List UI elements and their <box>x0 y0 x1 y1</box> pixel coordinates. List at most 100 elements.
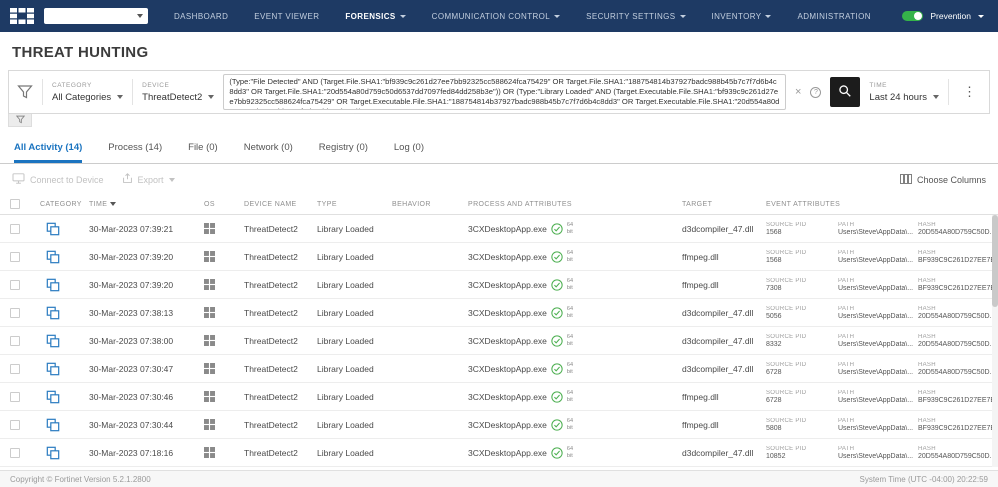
export-button[interactable]: Export <box>122 173 175 186</box>
search-button[interactable] <box>830 77 860 107</box>
query-input[interactable]: (Type:"File Detected" AND (Target.File.S… <box>223 74 786 110</box>
nav-menu-item[interactable]: SECURITY SETTINGS <box>586 12 685 21</box>
windows-os-icon <box>204 391 215 402</box>
time-filter-value: Last 24 hours <box>869 92 927 103</box>
nav-menu-item[interactable]: ADMINISTRATION <box>797 12 870 21</box>
col-header-device[interactable]: DEVICE NAME <box>240 201 313 208</box>
filter-funnel-small-icon <box>16 111 25 129</box>
attr-source-pid: SOURCE PID 6728 <box>766 362 834 376</box>
col-header-type[interactable]: TYPE <box>313 201 388 208</box>
col-header-behavior[interactable]: BEHAVIOR <box>388 201 464 208</box>
tab[interactable]: Log (0) <box>394 142 424 163</box>
nav-menu-item[interactable]: FORENSICS <box>345 12 405 21</box>
nav-menu-item-label: INVENTORY <box>712 12 762 21</box>
col-header-time[interactable]: TIME <box>85 201 200 208</box>
mode-toggle[interactable] <box>902 11 923 21</box>
time-filter-label: TIME <box>869 82 939 89</box>
page-title: THREAT HUNTING <box>0 32 998 70</box>
attr-path: PATH Users\Steve\AppData\... <box>838 306 914 320</box>
tab[interactable]: Registry (0) <box>319 142 368 163</box>
bitness-badge: 64 bit <box>567 418 573 431</box>
table-row[interactable]: 30-Mar-2023 07:38:00 ThreatDetect2 Libra… <box>0 327 998 355</box>
mode-selector: Prevention <box>902 11 984 21</box>
row-checkbox[interactable] <box>10 448 20 458</box>
row-device-name: ThreatDetect2 <box>240 224 313 234</box>
category-filter-dropdown[interactable]: CATEGORY All Categories <box>52 82 123 103</box>
col-header-category[interactable]: CATEGORY <box>30 201 85 208</box>
tab-label: All Activity (14) <box>14 142 82 153</box>
attr-source-pid-label: SOURCE PID <box>766 222 834 228</box>
nav-menu-item-label: ADMINISTRATION <box>797 12 870 21</box>
row-device-name: ThreatDetect2 <box>240 448 313 458</box>
tab-bar: All Activity (14) Process (14) File (0) … <box>0 129 998 164</box>
tab[interactable]: All Activity (14) <box>14 142 82 163</box>
row-time: 30-Mar-2023 07:39:20 <box>85 252 200 262</box>
clear-query-icon[interactable]: × <box>795 87 801 98</box>
tab[interactable]: File (0) <box>188 142 218 163</box>
col-header-process[interactable]: PROCESS AND ATTRIBUTES <box>464 201 678 208</box>
attr-hash: HASH 20D554A80D759C50D... <box>918 306 998 320</box>
connect-to-device-button[interactable]: Connect to Device <box>12 173 104 186</box>
filter-collapse-tab[interactable] <box>8 114 32 127</box>
table-row[interactable]: 30-Mar-2023 07:39:20 ThreatDetect2 Libra… <box>0 271 998 299</box>
more-options-button[interactable]: ⋮ <box>958 84 981 100</box>
row-checkbox[interactable] <box>10 280 20 290</box>
row-type: Library Loaded <box>313 308 388 318</box>
attr-path-label: PATH <box>838 446 914 452</box>
attr-path-value: Users\Steve\AppData\... <box>838 397 914 404</box>
chevron-down-icon <box>169 178 175 182</box>
vertical-scrollbar[interactable] <box>992 215 998 467</box>
table-row[interactable]: 30-Mar-2023 07:39:21 ThreatDetect2 Libra… <box>0 215 998 243</box>
filter-funnel-icon <box>17 84 33 100</box>
row-checkbox[interactable] <box>10 420 20 430</box>
nav-menu-item-label: DASHBOARD <box>174 12 228 21</box>
row-checkbox[interactable] <box>10 308 20 318</box>
table-row[interactable]: 30-Mar-2023 07:30:46 ThreatDetect2 Libra… <box>0 383 998 411</box>
row-checkbox[interactable] <box>10 364 20 374</box>
col-header-target[interactable]: TARGET <box>678 201 762 208</box>
organization-select[interactable] <box>44 8 148 24</box>
row-process-name: 3CXDesktopApp.exe <box>468 280 547 290</box>
nav-menu-item[interactable]: INVENTORY <box>712 12 772 21</box>
help-icon[interactable]: ? <box>810 87 821 98</box>
table-row[interactable]: 30-Mar-2023 07:39:20 ThreatDetect2 Libra… <box>0 243 998 271</box>
table-row[interactable]: 30-Mar-2023 07:30:44 ThreatDetect2 Libra… <box>0 411 998 439</box>
row-type: Library Loaded <box>313 420 388 430</box>
time-filter-dropdown[interactable]: TIME Last 24 hours <box>869 82 939 103</box>
attr-path-value: Users\Steve\AppData\... <box>838 257 914 264</box>
table-row[interactable]: 30-Mar-2023 07:30:47 ThreatDetect2 Libra… <box>0 355 998 383</box>
row-checkbox[interactable] <box>10 224 20 234</box>
tab[interactable]: Network (0) <box>244 142 293 163</box>
row-checkbox[interactable] <box>10 336 20 346</box>
attr-hash: HASH BF939C9C261D27EE7B... <box>918 250 998 264</box>
row-type: Library Loaded <box>313 224 388 234</box>
col-header-os[interactable]: OS <box>200 201 240 208</box>
select-all-checkbox[interactable] <box>10 199 20 209</box>
nav-menu-item[interactable]: DASHBOARD <box>174 12 228 21</box>
attr-source-pid-label: SOURCE PID <box>766 278 834 284</box>
device-filter-dropdown[interactable]: DEVICE ThreatDetect2 <box>142 82 214 103</box>
nav-menu-item[interactable]: EVENT VIEWER <box>254 12 319 21</box>
scrollbar-thumb[interactable] <box>992 215 998 307</box>
row-type: Library Loaded <box>313 448 388 458</box>
row-checkbox[interactable] <box>10 252 20 262</box>
row-type: Library Loaded <box>313 280 388 290</box>
chevron-down-icon[interactable] <box>978 15 984 18</box>
table-row[interactable]: 30-Mar-2023 07:38:13 ThreatDetect2 Libra… <box>0 299 998 327</box>
nav-menu-item-label: FORENSICS <box>345 12 395 21</box>
tab[interactable]: Process (14) <box>108 142 162 163</box>
choose-columns-button[interactable]: Choose Columns <box>900 174 986 186</box>
row-time: 30-Mar-2023 07:39:20 <box>85 280 200 290</box>
attr-source-pid-value: 6728 <box>766 369 834 376</box>
signed-check-icon <box>551 335 563 347</box>
attr-hash-value: BF939C9C261D27EE7B... <box>918 257 998 264</box>
attr-source-pid-label: SOURCE PID <box>766 446 834 452</box>
col-header-attributes[interactable]: EVENT ATTRIBUTES <box>762 201 998 208</box>
table-row[interactable]: 30-Mar-2023 07:18:16 ThreatDetect2 Libra… <box>0 439 998 467</box>
nav-menu-item[interactable]: COMMUNICATION CONTROL <box>432 12 560 21</box>
chevron-down-icon <box>554 15 560 18</box>
attr-source-pid: SOURCE PID 5808 <box>766 418 834 432</box>
row-time: 30-Mar-2023 07:18:16 <box>85 448 200 458</box>
windows-os-icon <box>204 447 215 458</box>
row-checkbox[interactable] <box>10 392 20 402</box>
